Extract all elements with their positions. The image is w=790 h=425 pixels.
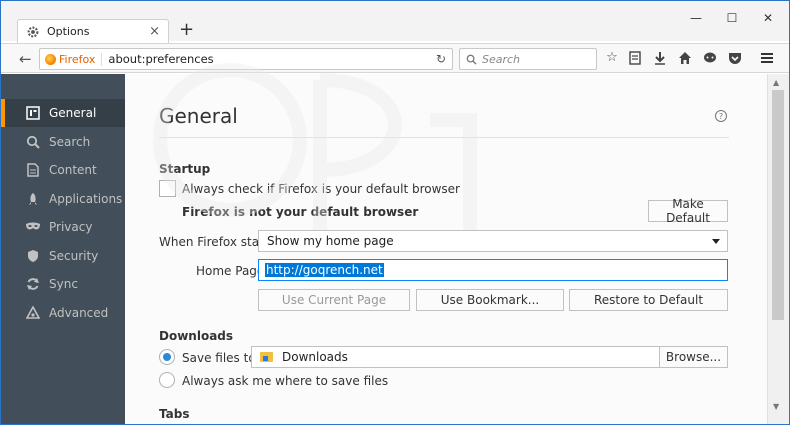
- title-divider: [159, 137, 729, 138]
- general-icon: [25, 105, 41, 121]
- sidebar-item-applications[interactable]: Applications: [1, 185, 125, 213]
- chat-icon[interactable]: [702, 50, 718, 66]
- star-icon[interactable]: ☆: [604, 50, 620, 66]
- use-current-page-button[interactable]: Use Current Page: [258, 289, 410, 311]
- sidebar-item-label: Content: [49, 163, 97, 177]
- search-icon: [25, 134, 41, 150]
- home-page-value: http://goqrench.net: [265, 263, 384, 277]
- help-icon[interactable]: ?: [715, 110, 727, 122]
- reading-list-icon[interactable]: [627, 50, 643, 66]
- title-bar: Options × + — ☐ ✕: [1, 1, 789, 43]
- content-icon: [25, 162, 41, 178]
- sidebar-item-label: Sync: [49, 277, 78, 291]
- sidebar-item-privacy[interactable]: Privacy: [1, 213, 125, 241]
- sidebar-item-content[interactable]: Content: [1, 156, 125, 184]
- vertical-scrollbar[interactable]: ▲ ▼: [767, 74, 789, 424]
- tab-options[interactable]: Options ×: [17, 19, 169, 43]
- url-text[interactable]: about:preferences: [108, 52, 213, 66]
- reload-icon[interactable]: ↻: [436, 52, 446, 66]
- preferences-sidebar: General Search Content Applications Priv…: [1, 74, 125, 424]
- sidebar-item-label: Security: [49, 249, 99, 263]
- sidebar-item-advanced[interactable]: Advanced: [1, 299, 125, 327]
- sidebar-item-label: Applications: [49, 192, 123, 206]
- tab-title: Options: [47, 25, 90, 38]
- scroll-up-icon[interactable]: ▲: [773, 78, 779, 87]
- sidebar-item-label: Privacy: [49, 220, 93, 234]
- sidebar-item-general[interactable]: General: [1, 99, 125, 127]
- always-ask-radio[interactable]: [159, 372, 175, 388]
- back-button[interactable]: ←: [19, 50, 32, 68]
- not-default-text: Firefox is not your default browser: [182, 205, 419, 219]
- sidebar-item-label: Advanced: [49, 306, 109, 320]
- sidebar-item-label: General: [49, 106, 97, 120]
- scroll-down-icon[interactable]: ▼: [773, 402, 779, 411]
- search-icon: [466, 54, 477, 65]
- close-window-button[interactable]: ✕: [761, 11, 775, 25]
- always-ask-label: Always ask me where to save files: [182, 374, 389, 388]
- downloads-heading: Downloads: [159, 329, 234, 343]
- search-placeholder: Search: [482, 52, 521, 66]
- url-bar[interactable]: Firefox about:preferences ↻: [39, 48, 453, 70]
- pocket-icon[interactable]: [727, 50, 743, 66]
- save-files-label: Save files to: [182, 351, 256, 365]
- home-page-input[interactable]: http://goqrench.net: [258, 259, 728, 281]
- applications-icon: [25, 191, 41, 207]
- startup-select[interactable]: Show my home page: [258, 230, 728, 252]
- sidebar-item-label: Search: [49, 135, 91, 149]
- home-icon[interactable]: [677, 50, 693, 66]
- navigation-bar: ← Firefox about:preferences ↻ Search ☆: [1, 43, 789, 73]
- privacy-mask-icon: [25, 219, 41, 235]
- menu-icon[interactable]: [759, 50, 775, 66]
- tabs-heading: Tabs: [159, 407, 190, 421]
- page-title: General: [159, 104, 238, 128]
- default-browser-checkbox[interactable]: [159, 180, 176, 197]
- chevron-down-icon: [712, 239, 720, 244]
- sidebar-item-search[interactable]: Search: [1, 128, 125, 156]
- make-default-button[interactable]: Make Default: [648, 197, 728, 225]
- sidebar-item-security[interactable]: Security: [1, 242, 125, 270]
- firefox-window: Options × + — ☐ ✕ ← Firefox about:prefer…: [0, 0, 790, 425]
- maximize-button[interactable]: ☐: [725, 11, 739, 25]
- restore-default-button[interactable]: Restore to Default: [569, 289, 728, 311]
- sync-icon: [25, 276, 41, 292]
- download-folder-field: Downloads: [251, 346, 660, 368]
- default-browser-check-label: Always check if Firefox is your default …: [182, 182, 460, 196]
- preferences-content: General ? Startup Always check if Firefo…: [125, 74, 767, 424]
- scroll-thumb[interactable]: [772, 90, 784, 320]
- gear-icon: [27, 26, 39, 37]
- download-folder-value: Downloads: [282, 350, 348, 364]
- browse-button[interactable]: Browse...: [659, 346, 728, 368]
- startup-heading: Startup: [159, 162, 211, 176]
- firefox-logo-icon: [45, 53, 56, 65]
- use-bookmark-button[interactable]: Use Bookmark...: [416, 289, 564, 311]
- startup-select-value: Show my home page: [267, 234, 394, 248]
- folder-icon: [260, 352, 273, 362]
- tab-close-icon[interactable]: ×: [149, 24, 160, 39]
- security-shield-icon: [25, 248, 41, 264]
- download-icon[interactable]: [652, 50, 668, 66]
- search-bar[interactable]: Search: [459, 48, 597, 70]
- identity-label: Firefox: [59, 52, 103, 66]
- save-files-radio[interactable]: [159, 349, 175, 365]
- new-tab-button[interactable]: +: [179, 21, 194, 39]
- minimize-button[interactable]: —: [689, 11, 703, 25]
- sidebar-item-sync[interactable]: Sync: [1, 270, 125, 298]
- advanced-icon: [25, 305, 41, 321]
